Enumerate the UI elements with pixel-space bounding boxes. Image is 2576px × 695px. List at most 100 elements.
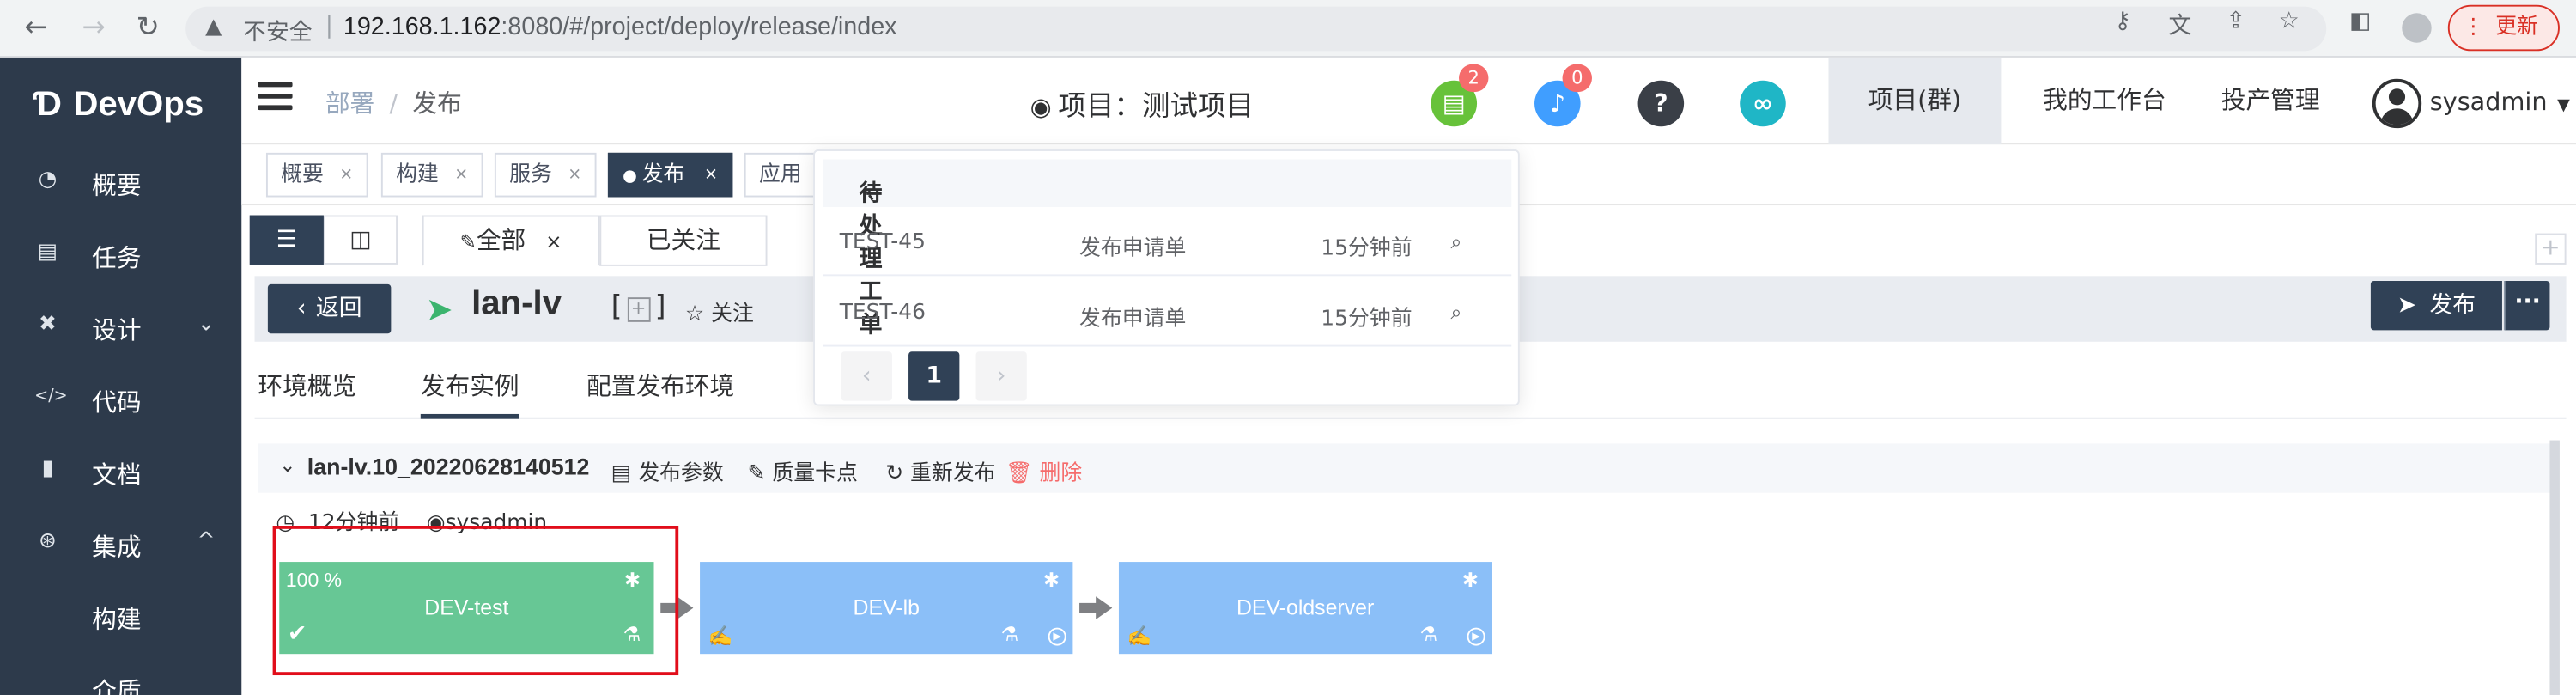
vertical-scrollbar[interactable] xyxy=(2549,440,2560,695)
flask-icon[interactable]: ⚗ xyxy=(1001,623,1019,646)
app-logo[interactable]: Ɗ DevOps xyxy=(33,85,204,125)
task-icon: ▤ xyxy=(37,240,58,265)
tab-all[interactable]: ✎全部 × xyxy=(422,215,600,266)
ticket-button[interactable]: ▤ 2 xyxy=(1431,64,1489,127)
sidebar-item-integration[interactable]: ⊛ 集成 ^ xyxy=(0,509,241,582)
arrow-right-icon xyxy=(1079,596,1113,620)
top-header: 部署 / 发布 ◉ 项目：测试项目 ▤ 2 ♪ 0 ? ∞ 项目(群) 我的工作台 投产管… xyxy=(241,57,2576,145)
list-view-icon[interactable]: ☰ xyxy=(249,215,324,265)
tab-env-overview[interactable]: 环境概览 xyxy=(258,368,356,402)
nav-workbench[interactable]: 我的工作台 xyxy=(2014,58,2195,144)
chevron-up-icon: ^ xyxy=(197,528,216,554)
back-button[interactable]: ‹ 返回 xyxy=(267,283,392,334)
eye-icon: ◉ xyxy=(1030,92,1052,122)
link-button[interactable]: ∞ xyxy=(1740,80,1786,127)
breadcrumb-deploy[interactable]: 部署 xyxy=(325,88,374,118)
question-icon: ? xyxy=(1654,88,1668,119)
ticket-type: 发布申请单 xyxy=(1079,236,1187,262)
ticket-row[interactable]: TEST-46 发布申请单 15分钟前 ⌕ xyxy=(823,277,1512,347)
project-title[interactable]: ◉ 项目：测试项目 xyxy=(1030,82,1254,123)
update-button[interactable]: ⋮ 更新 xyxy=(2447,4,2560,52)
sidebar-item-design[interactable]: ✖ 设计 ⌄ xyxy=(0,292,241,364)
bug-icon[interactable]: ✱ xyxy=(1043,569,1060,592)
approve-icon[interactable]: ✍ xyxy=(708,625,733,648)
stage-dev-lb[interactable]: DEV-lb ✱ ⚗ ▸ ✍ xyxy=(700,562,1073,655)
address-bar[interactable]: ▲ 不安全 | 192.168.1.162:8080/#/project/dep… xyxy=(185,6,2327,52)
approve-icon[interactable]: ✍ xyxy=(1127,625,1152,648)
tab-followed[interactable]: 已关注 xyxy=(599,215,768,266)
republish-button[interactable]: ↻ 重新发布 xyxy=(885,455,995,486)
integration-icon: ⊛ xyxy=(39,528,57,554)
ticket-badge: 2 xyxy=(1459,64,1489,93)
page-number[interactable]: 1 xyxy=(908,351,960,401)
release-name: lan-lv.10_20220628140512 xyxy=(307,453,590,480)
dashboard-icon: ◔ xyxy=(38,168,58,192)
next-page-button[interactable]: › xyxy=(975,351,1027,401)
bug-icon[interactable]: ✱ xyxy=(1462,569,1479,592)
sidebar-item-docs[interactable]: ▮ 文档 xyxy=(0,437,241,509)
user-avatar[interactable] xyxy=(2372,78,2422,129)
tag-service[interactable]: 服务 × xyxy=(494,152,597,198)
pin-icon: ✎ xyxy=(459,229,477,253)
search-icon[interactable]: ⌕ xyxy=(1450,301,1461,326)
hamburger-menu-icon[interactable] xyxy=(258,82,293,112)
quality-gate-button[interactable]: ✎ 质量卡点 xyxy=(748,455,858,486)
search-icon[interactable]: ⌕ xyxy=(1450,230,1461,255)
tab-config-env[interactable]: 配置发布环境 xyxy=(586,368,734,402)
play-icon[interactable]: ▸ xyxy=(1048,627,1066,646)
chevron-down-icon: ⌄ xyxy=(859,175,876,199)
sidebar-item-media[interactable]: 介质 xyxy=(0,654,241,695)
close-icon[interactable]: × xyxy=(339,155,353,196)
logo-icon: Ɗ xyxy=(33,85,62,124)
nav-production[interactable]: 投产管理 xyxy=(2205,58,2336,144)
caret-down-icon: ▼ xyxy=(2557,96,2570,115)
sidebar-item-code[interactable]: </> 代码 xyxy=(0,365,241,437)
chevron-down-icon[interactable]: ⌄ xyxy=(279,454,295,477)
close-icon[interactable]: × xyxy=(568,155,581,196)
stage-name: DEV-oldserver xyxy=(1236,594,1375,620)
release-params-button[interactable]: ▤ 发布参数 xyxy=(611,455,724,486)
reload-icon[interactable]: ↻ xyxy=(128,9,167,48)
sidepanel-icon[interactable]: ◧ xyxy=(2349,9,2371,35)
sidebar-item-build[interactable]: 构建 xyxy=(0,582,241,654)
close-icon[interactable]: × xyxy=(545,230,562,253)
star-icon[interactable]: ☆ xyxy=(2279,9,2300,35)
tag-release[interactable]: ● 发布 × xyxy=(607,152,733,198)
sidebar-item-tasks[interactable]: ▤ 任务 xyxy=(0,220,241,292)
tab-release-instances[interactable]: 发布实例 xyxy=(421,368,519,402)
close-icon[interactable]: × xyxy=(454,155,468,196)
ticket-row[interactable]: TEST-45 发布申请单 15分钟前 ⌕ xyxy=(823,207,1512,277)
notification-button[interactable]: ♪ 0 xyxy=(1534,64,1592,127)
edit-icon: ✎ xyxy=(747,461,766,487)
sidebar-item-overview[interactable]: ◔ 概要 xyxy=(0,148,241,220)
expand-toggle[interactable]: [+] xyxy=(611,291,666,324)
profile-icon[interactable] xyxy=(2402,13,2432,43)
flask-icon[interactable]: ⚗ xyxy=(1420,623,1438,646)
prev-page-button[interactable]: ‹ xyxy=(841,351,892,401)
nav-project-group[interactable]: 项目(群) xyxy=(1828,57,2002,145)
close-icon[interactable]: × xyxy=(704,155,718,196)
back-arrow-icon[interactable]: ← xyxy=(16,9,56,48)
forward-arrow-icon[interactable]: → xyxy=(74,9,113,48)
help-button[interactable]: ? xyxy=(1637,80,1685,127)
popover-header[interactable]: 待处理工单 ⌄ xyxy=(823,159,1512,338)
more-options-button[interactable]: ··· xyxy=(2503,281,2550,331)
board-view-icon[interactable]: ◫ xyxy=(323,215,398,265)
key-icon[interactable]: ⚷ xyxy=(2114,9,2131,35)
delete-button[interactable]: 🗑 删除 xyxy=(1005,455,1082,486)
chevron-down-icon: ⌄ xyxy=(197,312,216,338)
translate-icon[interactable]: 文 xyxy=(2169,9,2192,41)
ticket-time: 15分钟前 xyxy=(1321,236,1413,262)
paper-plane-icon: ➤ xyxy=(425,289,453,329)
ticket-type: 发布申请单 xyxy=(1079,307,1187,332)
user-menu[interactable]: sysadmin ▼ xyxy=(2430,87,2570,116)
play-icon[interactable]: ▸ xyxy=(1467,627,1485,646)
share-icon[interactable]: ⇪ xyxy=(2227,9,2245,35)
publish-button[interactable]: ➤ 发布 xyxy=(2370,281,2502,331)
tag-build[interactable]: 构建 × xyxy=(380,152,483,198)
stage-dev-oldserver[interactable]: DEV-oldserver ✱ ⚗ ▸ ✍ xyxy=(1118,562,1492,655)
add-tab-button[interactable]: + xyxy=(2535,233,2567,265)
follow-button[interactable]: ☆ 关注 xyxy=(685,296,754,327)
url-text: 192.168.1.162:8080/#/project/deploy/rele… xyxy=(343,13,897,41)
tag-overview[interactable]: 概要 × xyxy=(265,152,368,198)
